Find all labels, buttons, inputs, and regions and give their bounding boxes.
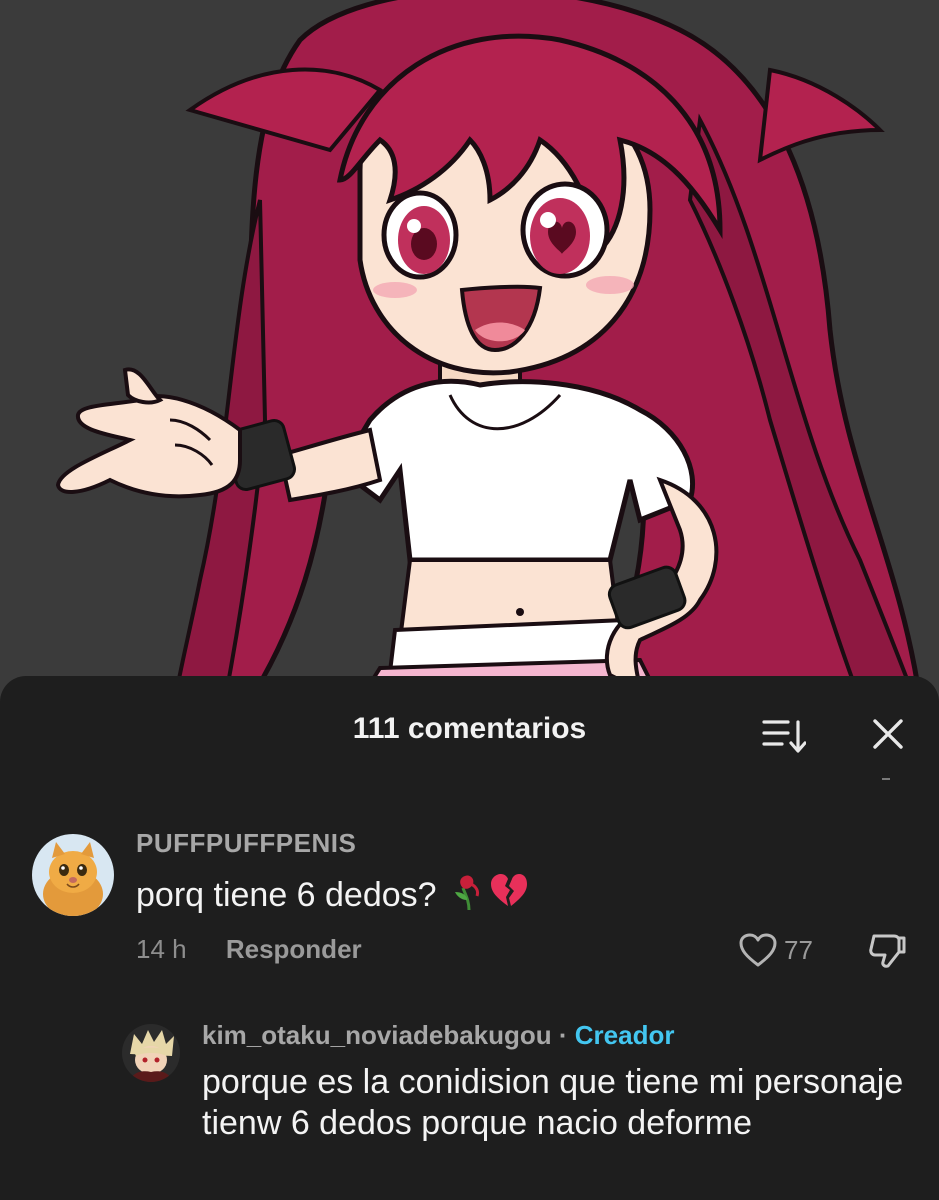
like-count: 77 bbox=[784, 934, 813, 965]
scroll-indicator bbox=[882, 778, 890, 780]
thumbs-down-icon[interactable] bbox=[866, 930, 908, 970]
reply-author-name[interactable]: kim_otaku_noviadebakugou bbox=[202, 1020, 552, 1050]
like-button[interactable]: 77 bbox=[738, 932, 813, 968]
app-screen: 111 comentarios PUFFPUFFPENIS porq tiene… bbox=[0, 0, 939, 1200]
anime-girl-illustration bbox=[0, 0, 939, 700]
heart-icon bbox=[739, 933, 777, 967]
reply-username: kim_otaku_noviadebakugou · Creador bbox=[202, 1020, 674, 1051]
comments-header: 111 comentarios bbox=[0, 676, 939, 786]
comment-meta: 14 h Responder bbox=[136, 934, 362, 965]
comment-item: PUFFPUFFPENIS porq tiene 6 dedos? 14 h R… bbox=[0, 826, 939, 976]
comment-username[interactable]: PUFFPUFFPENIS bbox=[136, 828, 356, 859]
emoji-group bbox=[449, 872, 529, 921]
comment-body: porq tiene 6 dedos? bbox=[136, 876, 437, 914]
comments-sheet: 111 comentarios PUFFPUFFPENIS porq tiene… bbox=[0, 676, 939, 1200]
sort-icon[interactable] bbox=[762, 716, 807, 756]
close-icon[interactable] bbox=[866, 712, 910, 756]
reply-button[interactable]: Responder bbox=[226, 934, 362, 964]
video-preview[interactable] bbox=[0, 0, 939, 700]
reply-text: porque es la conidision que tiene mi per… bbox=[202, 1063, 904, 1142]
reply-comment-item: kim_otaku_noviadebakugou · Creador porqu… bbox=[0, 1016, 939, 1200]
orange-cat-avatar[interactable] bbox=[32, 834, 114, 916]
badge-separator: · bbox=[551, 1020, 575, 1050]
creator-badge: Creador bbox=[574, 1020, 675, 1050]
comment-timestamp: 14 h bbox=[136, 934, 187, 964]
comment-text: porq tiene 6 dedos? bbox=[136, 872, 529, 921]
anime-character-avatar[interactable] bbox=[122, 1024, 180, 1082]
wilted-flower-emoji bbox=[454, 875, 479, 911]
broken-heart-emoji bbox=[490, 874, 527, 906]
